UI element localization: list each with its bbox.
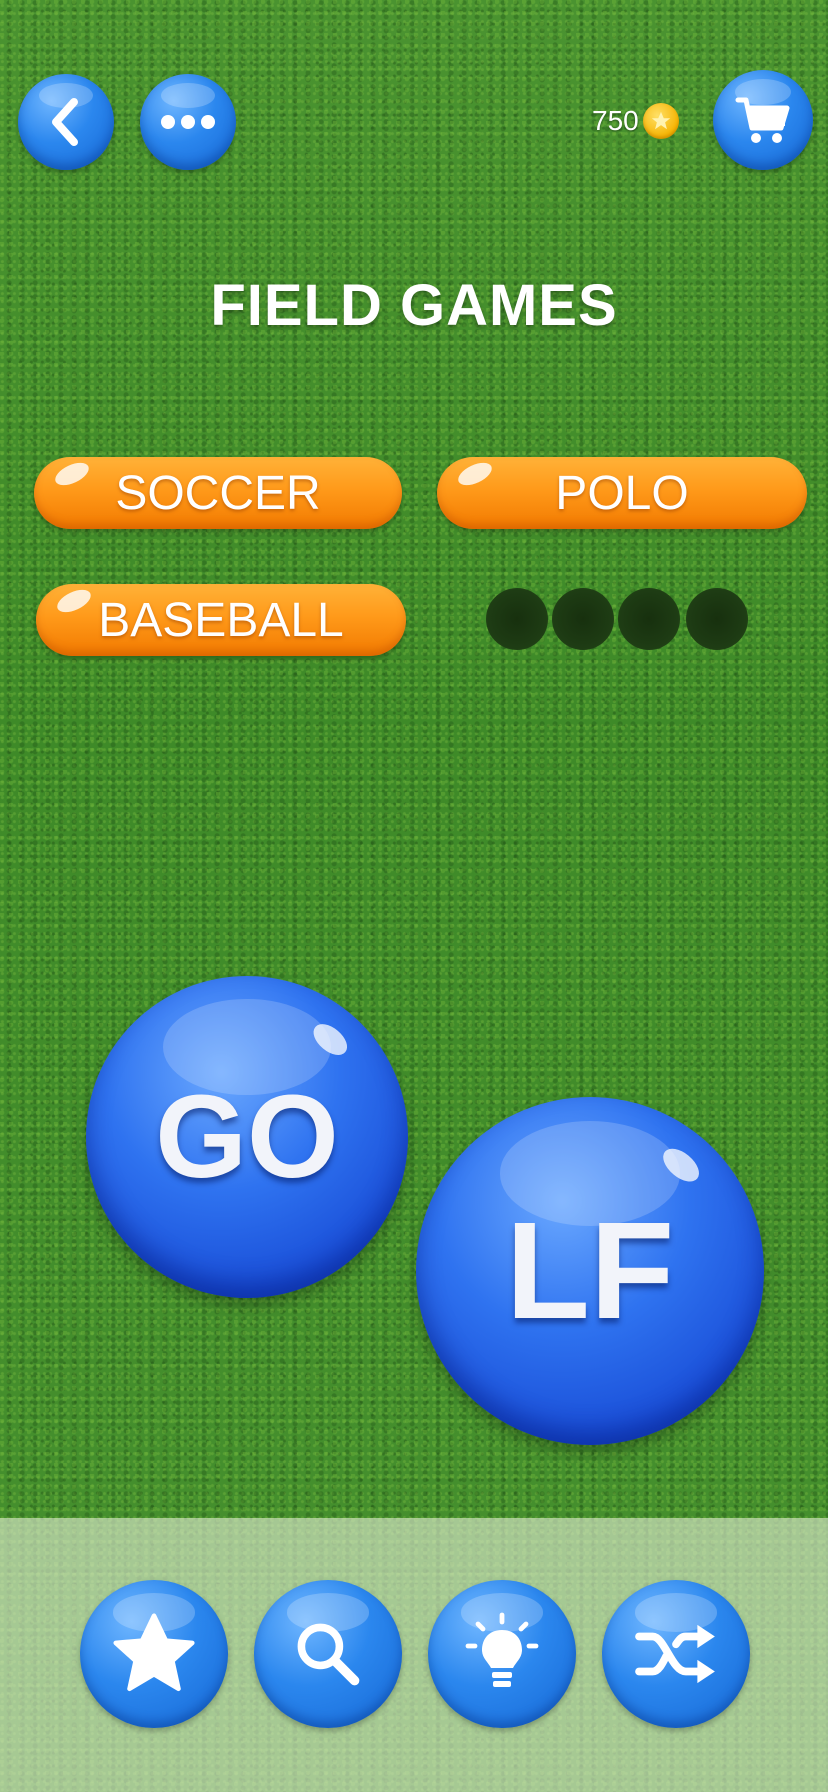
shuffle-icon xyxy=(635,1624,715,1684)
bubble-letters: LF xyxy=(505,1193,675,1348)
shopping-cart-icon xyxy=(735,97,790,143)
more-options-button[interactable] xyxy=(140,74,236,170)
back-button[interactable] xyxy=(18,74,114,170)
shop-button[interactable] xyxy=(713,70,813,170)
category-title: FIELD GAMES xyxy=(210,273,618,338)
shuffle-button[interactable] xyxy=(602,1580,750,1728)
found-word-label: BASEBALL xyxy=(98,593,344,647)
empty-letter-slot xyxy=(486,588,548,650)
lightbulb-icon xyxy=(465,1612,539,1687)
favorite-button[interactable] xyxy=(80,1580,228,1728)
coin-balance: 750 xyxy=(592,98,712,144)
hint-button[interactable] xyxy=(428,1580,576,1728)
empty-letter-slot xyxy=(686,588,748,650)
empty-letter-slot xyxy=(552,588,614,650)
coin-count: 750 xyxy=(592,105,639,136)
letter-bubble-lf[interactable]: LF xyxy=(416,1097,764,1445)
chevron-left-icon xyxy=(52,98,78,146)
magnifier-icon xyxy=(297,1623,360,1686)
gloss-highlight xyxy=(53,585,95,617)
found-word-polo: POLO xyxy=(437,457,807,529)
star-coin-icon xyxy=(642,103,679,139)
found-word-baseball: BASEBALL xyxy=(36,584,406,656)
found-word-soccer: SOCCER xyxy=(34,457,402,529)
gloss-highlight xyxy=(454,458,496,490)
found-word-label: SOCCER xyxy=(115,466,321,520)
star-icon xyxy=(113,1613,195,1692)
empty-letter-slot xyxy=(618,588,680,650)
found-word-label: POLO xyxy=(555,466,689,520)
letter-bubble-go[interactable]: GO xyxy=(86,976,408,1298)
bubble-letters: GO xyxy=(155,1071,339,1203)
gloss-highlight xyxy=(51,458,93,490)
reveal-letter-button[interactable] xyxy=(254,1580,402,1728)
more-dots-icon xyxy=(161,115,215,129)
